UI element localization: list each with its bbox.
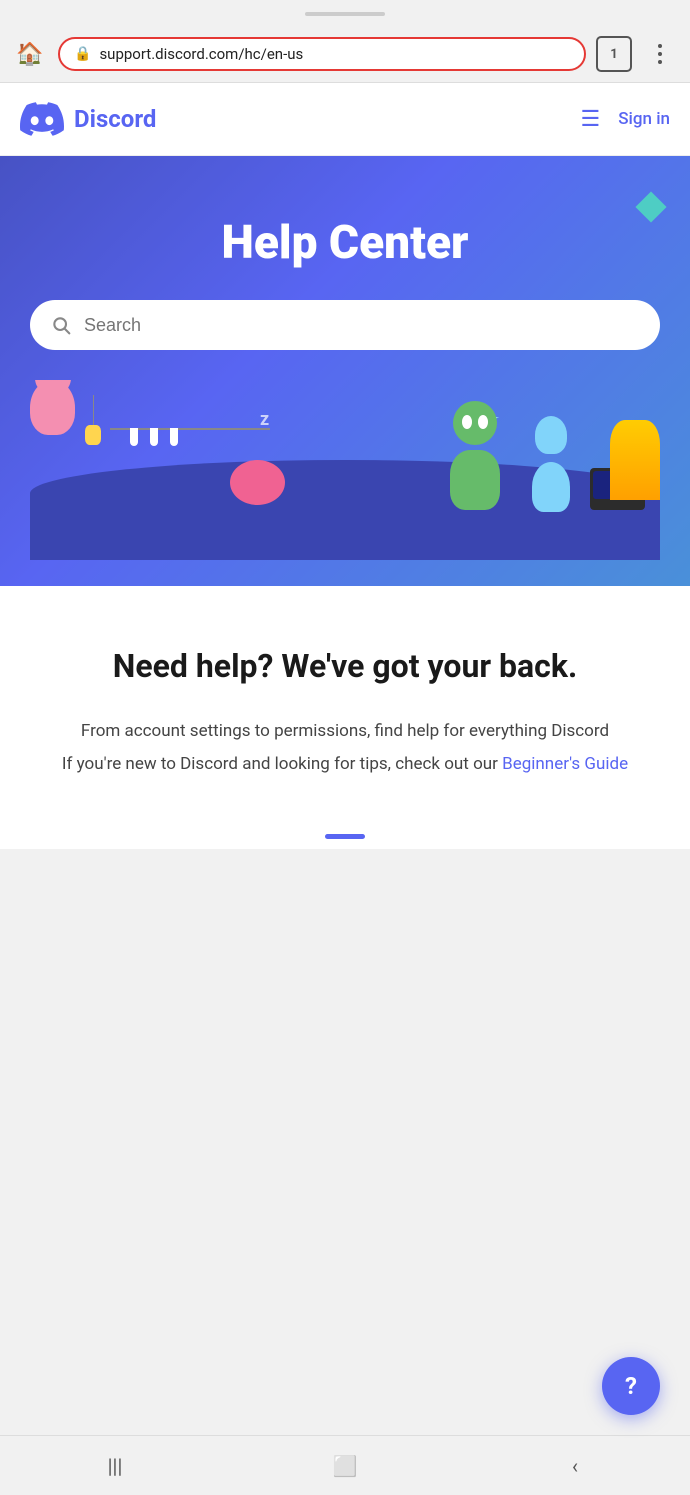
discord-logo-icon bbox=[20, 97, 64, 141]
home-circle-icon: ⬜ bbox=[333, 1454, 358, 1478]
discord-logo[interactable]: Discord bbox=[20, 97, 156, 141]
sock-1 bbox=[130, 428, 138, 446]
menu-dot bbox=[658, 52, 662, 56]
site-content: Discord ☰ Sign in Help Center bbox=[0, 83, 690, 849]
clothes-line bbox=[110, 428, 270, 430]
help-center-title: Help Center bbox=[30, 216, 660, 270]
bottom-nav-home-button[interactable]: ⬜ bbox=[315, 1446, 375, 1486]
description-line-2: If you're new to Discord and looking for… bbox=[30, 751, 660, 778]
lantern-body bbox=[85, 425, 101, 445]
help-fab-icon: ? bbox=[625, 1372, 637, 1400]
tab-count-button[interactable]: 1 bbox=[596, 36, 632, 72]
bottom-nav-menu-button[interactable]: ||| bbox=[85, 1446, 145, 1486]
scroll-dot bbox=[325, 834, 365, 839]
pink-blob bbox=[230, 460, 285, 505]
menu-dot bbox=[658, 44, 662, 48]
z-decoration: z bbox=[260, 409, 269, 430]
green-character bbox=[450, 406, 500, 510]
green-character-head bbox=[453, 401, 497, 445]
lantern bbox=[85, 395, 101, 445]
scroll-indicator bbox=[0, 824, 690, 849]
browser-menu-button[interactable] bbox=[642, 36, 678, 72]
green-character-body bbox=[450, 450, 500, 510]
sign-in-link[interactable]: Sign in bbox=[618, 109, 670, 129]
description-text-2: If you're new to Discord and looking for… bbox=[62, 754, 498, 774]
description-line-1: From account settings to permissions, fi… bbox=[30, 718, 660, 745]
beginner-guide-link[interactable]: Beginner's Guide bbox=[502, 754, 628, 774]
green-eye-right bbox=[478, 415, 488, 429]
yellow-character bbox=[610, 420, 660, 500]
url-text: support.discord.com/hc/en-us bbox=[99, 45, 570, 63]
hero-banner: Help Center bbox=[0, 156, 690, 586]
characters-scene: z ✦ bbox=[30, 380, 660, 560]
hamburger-icon[interactable]: ☰ bbox=[581, 107, 601, 132]
green-eye-left bbox=[462, 415, 472, 429]
blue-character-head bbox=[535, 416, 567, 454]
menu-dot bbox=[658, 60, 662, 64]
status-bar bbox=[0, 0, 690, 28]
content-area: Need help? We've got your back. From acc… bbox=[0, 586, 690, 824]
discord-navbar: Discord ☰ Sign in bbox=[0, 83, 690, 156]
monitor-stand bbox=[608, 502, 628, 508]
status-bar-line bbox=[305, 12, 385, 16]
blue-character-body bbox=[532, 462, 570, 512]
lock-icon: 🔒 bbox=[74, 46, 91, 62]
menu-lines-icon: ||| bbox=[108, 1454, 123, 1478]
need-help-title: Need help? We've got your back. bbox=[30, 646, 660, 688]
search-input[interactable] bbox=[84, 315, 640, 336]
lantern-string bbox=[93, 395, 94, 425]
bottom-nav-back-button[interactable]: ‹ bbox=[545, 1446, 605, 1486]
discord-logo-text: Discord bbox=[74, 105, 156, 133]
back-chevron-icon: ‹ bbox=[572, 1454, 578, 1478]
tab-count-label: 1 bbox=[610, 47, 617, 62]
address-bar[interactable]: 🔒 support.discord.com/hc/en-us bbox=[58, 37, 586, 71]
browser-home-button[interactable]: 🏠 bbox=[12, 36, 48, 72]
sock-3 bbox=[170, 428, 178, 446]
sock-2 bbox=[150, 428, 158, 446]
bottom-navigation: ||| ⬜ ‹ bbox=[0, 1435, 690, 1495]
blue-character bbox=[532, 424, 570, 512]
browser-chrome: 🏠 🔒 support.discord.com/hc/en-us 1 bbox=[0, 28, 690, 83]
search-icon bbox=[50, 314, 72, 336]
search-bar[interactable] bbox=[30, 300, 660, 350]
help-fab-button[interactable]: ? bbox=[602, 1357, 660, 1415]
home-icon: 🏠 bbox=[16, 42, 43, 67]
pink-character-body bbox=[30, 380, 75, 435]
nav-right: ☰ Sign in bbox=[581, 107, 670, 132]
